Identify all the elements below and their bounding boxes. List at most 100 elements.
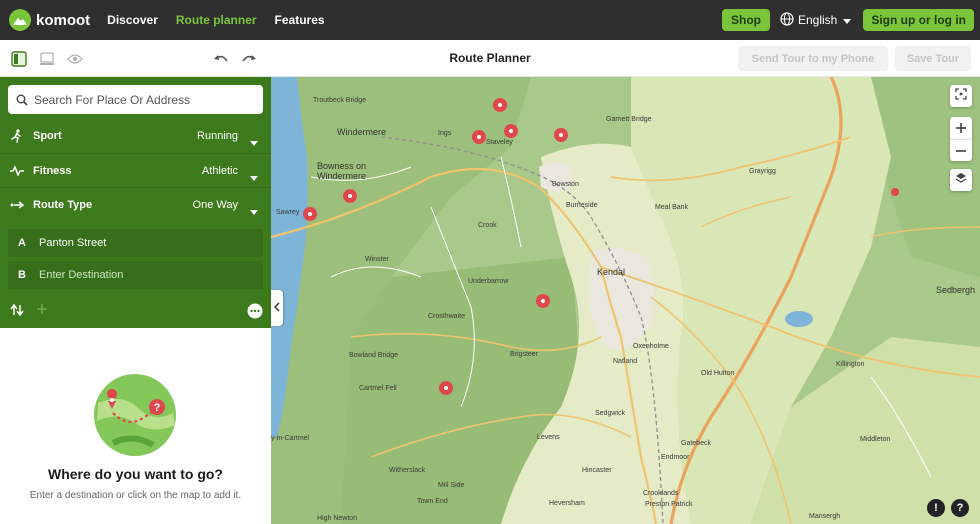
zoom-in-icon[interactable] — [956, 117, 966, 139]
fullscreen-icon — [955, 87, 967, 105]
place-label: Old Hutton — [701, 370, 735, 377]
poi-marker[interactable] — [303, 207, 317, 221]
help-icon[interactable]: ? — [951, 499, 969, 517]
svg-text:?: ? — [154, 402, 161, 414]
logo-text: komoot — [36, 11, 91, 29]
search-placeholder: Search For Place Or Address — [34, 92, 191, 107]
top-navigation: komoot Discover Route planner Features S… — [0, 0, 980, 40]
nav-discover[interactable]: Discover — [107, 13, 158, 27]
waypoint-a-letter: A — [18, 237, 26, 249]
place-label: Troutbeck Bridge — [313, 97, 367, 104]
place-label: Winster — [365, 256, 389, 263]
place-label: Bowston — [552, 181, 579, 188]
sport-selector[interactable]: Sport Running — [0, 119, 271, 153]
report-issue-icon[interactable]: ! — [927, 499, 945, 517]
route-type-selector[interactable]: Route Type One Way — [0, 187, 271, 221]
place-label: Brigsteer — [510, 351, 539, 358]
place-label: Heversham — [549, 500, 585, 507]
poi-marker[interactable] — [891, 188, 899, 196]
one-way-arrow-icon — [9, 197, 25, 213]
chevron-down-icon — [250, 202, 258, 220]
place-label: y-in-Cartmel — [271, 435, 310, 442]
globe-icon — [780, 11, 794, 29]
nav-features[interactable]: Features — [275, 13, 325, 27]
search-icon — [16, 94, 28, 106]
fitness-label: Fitness — [33, 164, 72, 177]
poi-marker[interactable] — [493, 98, 507, 112]
nav-actions: Shop English Sign up or log in — [721, 9, 974, 31]
place-label: High Newton — [317, 515, 358, 522]
fullscreen-button[interactable] — [950, 85, 972, 107]
place-label: Grayrigg — [749, 168, 776, 175]
place-label: Mill Side — [438, 482, 465, 489]
nav-route-planner[interactable]: Route planner — [176, 13, 257, 27]
poi-marker[interactable] — [343, 189, 357, 203]
waypoint-b-placeholder: Enter Destination — [39, 269, 124, 281]
poi-marker[interactable] — [536, 294, 550, 308]
destination-map-illustration: ? — [93, 373, 177, 457]
place-label: Garnett Bridge — [606, 116, 652, 123]
mountain-logo-icon — [9, 9, 31, 31]
map-canvas[interactable]: Troutbeck Bridge Windermere Ings Stavele… — [271, 77, 980, 524]
add-waypoint-icon[interactable] — [36, 303, 48, 315]
poi-marker[interactable] — [554, 128, 568, 142]
place-label: Cartmel Fell — [359, 385, 397, 392]
planner-sidebar: Search For Place Or Address Sport Runnin… — [0, 77, 271, 524]
poi-marker[interactable] — [472, 130, 486, 144]
place-label: Town End — [417, 498, 448, 505]
place-label: Bowness on Windermere — [317, 161, 367, 181]
chevron-down-icon — [843, 13, 852, 27]
language-label: English — [797, 13, 838, 27]
place-label: Staveley — [486, 139, 513, 146]
map-layers-button[interactable] — [950, 169, 972, 191]
layers-icon — [955, 171, 967, 189]
place-label: Middleton — [860, 436, 891, 443]
place-label: Gatebeck — [681, 440, 711, 447]
place-label: Killington — [836, 361, 865, 368]
place-label: Underbarrow — [468, 278, 509, 285]
waypoint-b-letter: B — [18, 269, 26, 281]
empty-state-subtitle: Enter a destination or click on the map … — [29, 490, 242, 501]
send-tour-button[interactable]: Send Tour to my Phone — [738, 46, 888, 71]
more-options-icon[interactable] — [247, 303, 263, 319]
shop-button[interactable]: Shop — [721, 9, 770, 31]
place-label: Witherslack — [389, 467, 426, 474]
swap-icon[interactable] — [10, 303, 24, 317]
chevron-down-icon — [250, 168, 258, 186]
fitness-value: Athletic — [201, 164, 238, 177]
runner-icon — [9, 128, 25, 144]
empty-state-title: Where do you want to go? — [48, 466, 223, 482]
route-options-panel: Search For Place Or Address Sport Runnin… — [0, 77, 271, 328]
komoot-logo[interactable]: komoot — [9, 9, 90, 31]
place-label: Windermere — [337, 127, 387, 137]
place-label: Bowland Bridge — [349, 352, 399, 359]
waypoint-b-input[interactable]: B Enter Destination — [8, 261, 263, 289]
poi-marker[interactable] — [504, 124, 518, 138]
search-input[interactable]: Search For Place Or Address — [8, 85, 263, 114]
place-label: Sedgwick — [595, 410, 625, 417]
signup-login-button[interactable]: Sign up or log in — [863, 9, 974, 31]
place-label: Crosthwaite — [428, 313, 465, 320]
planner-toolbar: Route Planner Send Tour to my Phone Save… — [0, 40, 980, 77]
place-label: Levens — [537, 434, 560, 441]
place-label: Natland — [613, 358, 638, 365]
place-label: Burneside — [566, 202, 598, 209]
place-label: Endmoor — [661, 454, 690, 461]
sport-label: Sport — [33, 130, 62, 142]
zoom-out-icon[interactable] — [950, 139, 972, 161]
poi-marker[interactable] — [439, 381, 453, 395]
collapse-sidebar-button[interactable] — [271, 290, 283, 326]
waypoint-a-input[interactable]: A Panton Street — [8, 229, 263, 257]
empty-state: ? Where do you want to go? Enter a desti… — [0, 328, 271, 524]
place-label: Sedbergh — [936, 285, 976, 295]
fitness-selector[interactable]: Fitness Athletic — [0, 153, 271, 187]
language-selector[interactable]: English — [780, 11, 852, 29]
place-label: Oxenholme — [633, 343, 669, 350]
route-type-value: One Way — [192, 198, 238, 211]
chevron-down-icon — [250, 133, 258, 151]
zoom-controls — [950, 117, 972, 161]
place-label: Preston Patrick — [645, 501, 693, 508]
place-label: Hincaster — [582, 467, 612, 474]
save-tour-button[interactable]: Save Tour — [895, 46, 971, 71]
place-label: Sawrey — [276, 209, 300, 216]
